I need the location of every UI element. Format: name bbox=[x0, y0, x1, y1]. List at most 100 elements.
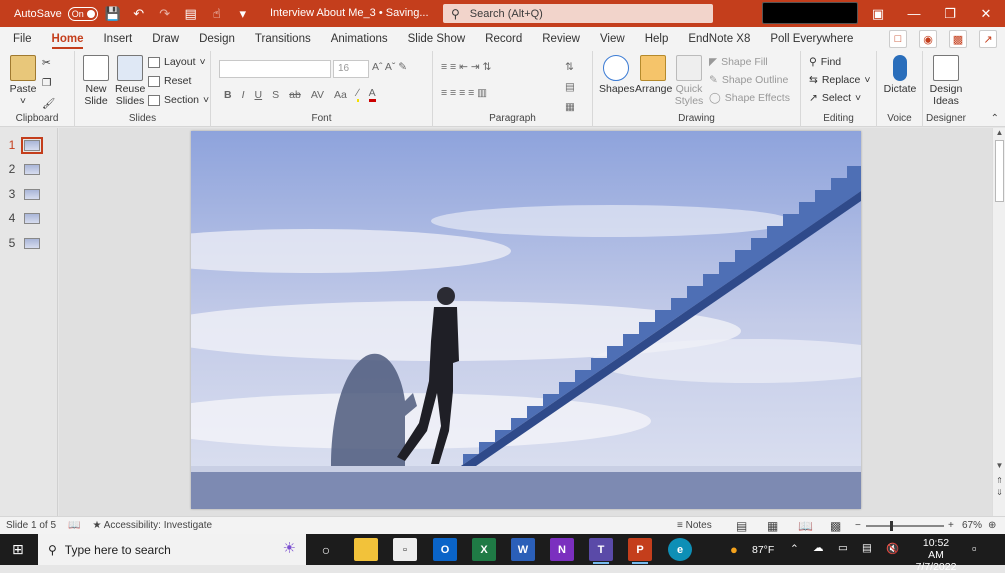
fit-slide-icon[interactable]: ⊕ bbox=[988, 520, 996, 531]
ribbon-display-icon[interactable]: ▣ bbox=[860, 0, 896, 27]
search-box[interactable]: ⚲ Search (Alt+Q) bbox=[443, 4, 713, 23]
smartart-icon[interactable]: ▦ bbox=[565, 101, 575, 113]
slide-sorter-icon[interactable]: ▦ bbox=[767, 519, 778, 533]
scroll-down-icon[interactable]: ▼ bbox=[993, 461, 1005, 470]
current-slide[interactable] bbox=[191, 131, 861, 509]
tab-record[interactable]: Record bbox=[475, 27, 532, 51]
zoom-slider[interactable] bbox=[866, 521, 944, 531]
layout-button[interactable]: Layout ˅ bbox=[148, 56, 206, 68]
font-format-icons[interactable]: B I U Sab AV Aa ∕ A bbox=[224, 87, 376, 102]
record-icon[interactable]: ◉ bbox=[919, 30, 937, 48]
slide-thumb-3[interactable]: 3 bbox=[0, 184, 58, 204]
notes-button[interactable]: ≡ Notes bbox=[677, 520, 712, 531]
outlook-icon[interactable]: O bbox=[433, 538, 457, 561]
tab-design[interactable]: Design bbox=[189, 27, 245, 51]
list-icons[interactable]: ≡ ≡ ⇤ ⇥ ⇅ bbox=[441, 61, 491, 73]
shape-outline-button[interactable]: ✎ Shape Outline bbox=[709, 74, 788, 86]
text-direction-icon[interactable]: ⇅ bbox=[565, 61, 574, 73]
tray-expand-icon[interactable]: ⌃ bbox=[790, 543, 799, 555]
normal-view-icon[interactable]: ▤ bbox=[736, 519, 747, 533]
new-slide-button[interactable]: New Slide bbox=[81, 55, 111, 107]
scroll-thumb[interactable] bbox=[995, 140, 1004, 202]
tab-home[interactable]: Home bbox=[42, 27, 94, 51]
taskbar-search[interactable]: ⚲ Type here to search ☀ bbox=[38, 534, 306, 565]
font-grow-shrink-icons[interactable]: Aˆ Aˇ ✎ bbox=[372, 61, 407, 73]
minimize-icon[interactable]: — bbox=[896, 0, 932, 27]
windows-start-icon[interactable]: ⊞ bbox=[12, 541, 24, 558]
next-slide-icon[interactable]: ⇓ bbox=[993, 488, 1005, 497]
cut-icon[interactable]: ✂ bbox=[42, 57, 51, 69]
edge-icon[interactable]: e bbox=[668, 538, 692, 561]
tab-review[interactable]: Review bbox=[532, 27, 590, 51]
shape-effects-button[interactable]: ◯ Shape Effects bbox=[709, 92, 790, 104]
slide-thumb-4[interactable]: 4 bbox=[0, 208, 58, 228]
close-icon[interactable]: ✕ bbox=[968, 0, 1004, 27]
font-name-input[interactable] bbox=[219, 60, 331, 78]
powerpoint-icon[interactable]: P bbox=[628, 538, 652, 564]
section-button[interactable]: Section ˅ bbox=[148, 94, 209, 106]
save-icon[interactable]: 💾 bbox=[102, 3, 124, 25]
zoom-level[interactable]: 67% bbox=[962, 520, 982, 531]
account-area[interactable] bbox=[762, 2, 858, 24]
design-ideas-button[interactable]: Design Ideas bbox=[927, 55, 965, 107]
comments-icon[interactable]: □ bbox=[889, 30, 907, 48]
present-icon[interactable]: ▤ bbox=[180, 3, 202, 25]
message-app-icon[interactable]: ▫ bbox=[393, 538, 417, 561]
cortana-icon[interactable]: ○ bbox=[314, 538, 338, 561]
previous-slide-icon[interactable]: ⇑ bbox=[993, 476, 1005, 485]
undo-icon[interactable]: ↶ bbox=[128, 3, 150, 25]
slideshow-icon[interactable]: ▩ bbox=[830, 519, 841, 533]
teams-icon[interactable]: T bbox=[589, 538, 613, 564]
file-explorer-icon[interactable] bbox=[354, 538, 378, 561]
excel-icon[interactable]: X bbox=[472, 538, 496, 561]
tab-file[interactable]: File bbox=[0, 27, 42, 51]
find-button[interactable]: ⚲ Find bbox=[809, 56, 841, 68]
copy-icon[interactable]: ❐ bbox=[42, 77, 51, 89]
align-icons[interactable]: ≡ ≡ ≡ ≡ ▥ bbox=[441, 87, 487, 99]
clock[interactable]: 10:52 AM 7/7/2022 bbox=[914, 537, 958, 573]
battery-icon[interactable]: ▭ bbox=[838, 542, 848, 554]
tab-insert[interactable]: Insert bbox=[93, 27, 142, 51]
tab-draw[interactable]: Draw bbox=[142, 27, 189, 51]
tab-help[interactable]: Help bbox=[635, 27, 679, 51]
tab-transitions[interactable]: Transitions bbox=[245, 27, 321, 51]
dictate-button[interactable]: Dictate bbox=[883, 55, 917, 95]
slide-thumb-5[interactable]: 5 bbox=[0, 233, 58, 253]
weather-icon[interactable]: ● bbox=[730, 542, 738, 557]
temperature[interactable]: 87°F bbox=[752, 544, 774, 556]
shape-fill-button[interactable]: ◤ Shape Fill bbox=[709, 56, 768, 68]
autosave-toggle[interactable]: On bbox=[67, 6, 98, 21]
share-icon[interactable]: ↗ bbox=[979, 30, 997, 48]
scroll-up-icon[interactable]: ▲ bbox=[993, 128, 1005, 137]
onenote-icon[interactable]: N bbox=[550, 538, 574, 561]
tab-slide-show[interactable]: Slide Show bbox=[398, 27, 476, 51]
present-teams-icon[interactable]: ▩ bbox=[949, 30, 967, 48]
tab-animations[interactable]: Animations bbox=[321, 27, 398, 51]
word-icon[interactable]: W bbox=[511, 538, 535, 561]
zoom-in-icon[interactable]: + bbox=[948, 520, 954, 531]
spellcheck-icon[interactable]: 📖 bbox=[68, 520, 80, 531]
notification-icon[interactable]: ▫ bbox=[972, 541, 977, 556]
align-text-icon[interactable]: ▤ bbox=[565, 81, 575, 93]
arrange-button[interactable]: Arrange bbox=[635, 55, 672, 95]
font-size-input[interactable]: 16 bbox=[333, 60, 369, 78]
customize-toolbar-icon[interactable]: ▾ bbox=[232, 3, 254, 25]
vertical-scrollbar[interactable]: ▲ ▼ ⇑ ⇓ bbox=[992, 128, 1005, 516]
replace-button[interactable]: ⇆ Replace ˅ bbox=[809, 74, 870, 86]
quick-styles-button[interactable]: Quick Styles bbox=[673, 55, 705, 107]
reuse-slides-button[interactable]: Reuse Slides bbox=[115, 55, 145, 107]
format-painter-icon[interactable]: 🖌 bbox=[42, 97, 55, 110]
restore-icon[interactable]: ❐ bbox=[932, 0, 968, 27]
touch-mode-icon[interactable]: ☝ bbox=[206, 3, 228, 25]
tab-endnote[interactable]: EndNote X8 bbox=[678, 27, 760, 51]
network-icon[interactable]: ▤ bbox=[862, 542, 872, 554]
collapse-ribbon-icon[interactable]: ⌃ bbox=[991, 113, 999, 124]
zoom-out-icon[interactable]: − bbox=[855, 520, 861, 531]
reset-button[interactable]: Reset bbox=[148, 75, 191, 87]
shapes-button[interactable]: Shapes bbox=[599, 55, 635, 95]
onedrive-icon[interactable]: ☁ bbox=[813, 542, 824, 554]
slide-thumb-2[interactable]: 2 bbox=[0, 159, 58, 179]
tab-poll-everywhere[interactable]: Poll Everywhere bbox=[760, 27, 863, 51]
tab-view[interactable]: View bbox=[590, 27, 635, 51]
document-title[interactable]: Interview About Me_3 • Saving... bbox=[270, 7, 429, 19]
